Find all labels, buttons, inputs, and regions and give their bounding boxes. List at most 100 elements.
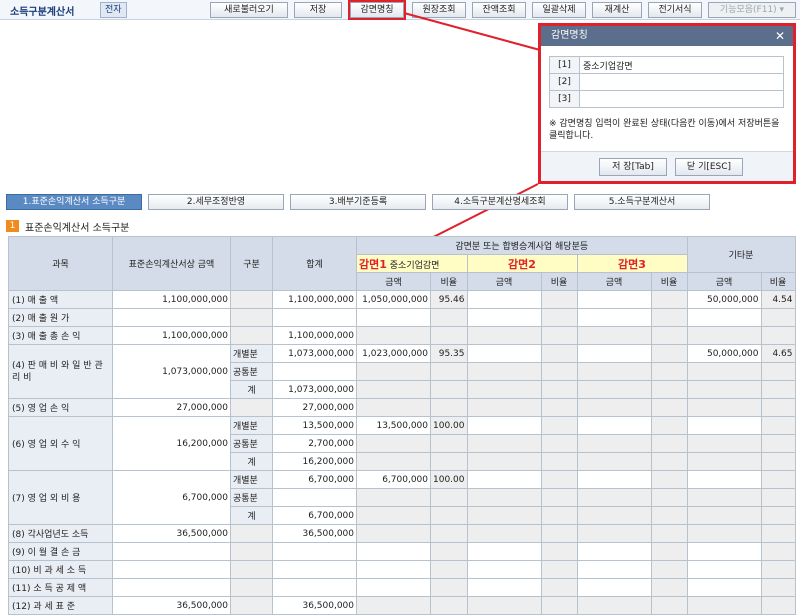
- tab-detail-inquiry[interactable]: 4.소득구분계산명세조회: [432, 194, 568, 210]
- e2-amount-cell[interactable]: [466, 290, 542, 309]
- e2-amount-cell[interactable]: [466, 542, 542, 561]
- total-cell: [272, 488, 357, 507]
- e1-ratio-cell: [430, 524, 468, 543]
- row-label: (3) 매 출 총 손 익: [8, 326, 113, 345]
- row-label: (2) 매 출 원 가: [8, 308, 113, 327]
- e3-amount-cell[interactable]: [576, 542, 652, 561]
- e1-ratio-cell: 95.46: [430, 290, 468, 309]
- e1-amount-cell[interactable]: [356, 578, 431, 597]
- close-icon[interactable]: ✕: [775, 26, 785, 46]
- other-ratio-cell: [760, 362, 796, 381]
- delete-all-button[interactable]: 일괄삭제: [532, 2, 586, 18]
- e3-amount-cell[interactable]: [576, 344, 652, 363]
- e2-amount-cell[interactable]: [466, 308, 542, 327]
- new-load-button[interactable]: 새로불러오기: [210, 2, 288, 18]
- e2-amount-cell: [466, 488, 542, 507]
- table-row: (8) 각사업년도 소득 36,500,000 36,500,000: [8, 524, 796, 543]
- e1-amount-cell[interactable]: 13,500,000: [356, 416, 431, 435]
- e1-amount-cell[interactable]: [356, 308, 431, 327]
- exempt-name-2-cell[interactable]: 감면2: [466, 254, 578, 273]
- section-number-badge: 1: [6, 220, 19, 232]
- other-amount-cell: [686, 380, 762, 399]
- exempt-name-1-cell[interactable]: 감면1 중소기업감면: [356, 254, 468, 273]
- e3-amount-cell[interactable]: [576, 560, 652, 579]
- type-cell: [230, 290, 273, 309]
- tab-allocation[interactable]: 3.배부기준등록: [290, 194, 426, 210]
- e3-amount-cell[interactable]: [576, 290, 652, 309]
- e2-amount-cell: [466, 326, 542, 345]
- e3-amount-cell: [576, 380, 652, 399]
- e1-amount-cell[interactable]: [356, 542, 431, 561]
- std-amount-cell[interactable]: 1,100,000,000: [112, 290, 231, 309]
- exempt-name-3-cell[interactable]: 감면3: [576, 254, 688, 273]
- type-cell: 공통분: [230, 362, 273, 381]
- total-cell: 6,700,000: [272, 470, 357, 489]
- e2-ratio-cell: [540, 542, 578, 561]
- e1-ratio-cell: [430, 362, 468, 381]
- e2-amount-cell: [466, 596, 542, 615]
- e1-amount-cell: [356, 326, 431, 345]
- row-index: [3]: [549, 90, 580, 108]
- e2-amount-cell: [466, 524, 542, 543]
- total-cell: 6,700,000: [272, 506, 357, 525]
- type-cell: 공통분: [230, 488, 273, 507]
- tab-tax-adjust[interactable]: 2.세무조정반영: [148, 194, 284, 210]
- recalc-button[interactable]: 재계산: [592, 2, 642, 18]
- std-amount-cell[interactable]: [112, 308, 231, 327]
- row-index: [1]: [549, 56, 580, 74]
- electronic-tag-button[interactable]: 전자: [100, 2, 127, 18]
- balance-button[interactable]: 잔액조회: [472, 2, 526, 18]
- other-amount-cell: [686, 362, 762, 381]
- e2-amount-cell[interactable]: [466, 416, 542, 435]
- ratio-header: 비율: [540, 272, 578, 291]
- std-amount-cell[interactable]: [112, 542, 231, 561]
- prev-form-button[interactable]: 전기서식: [648, 2, 702, 18]
- e3-amount-cell[interactable]: [576, 470, 652, 489]
- e2-amount-cell: [466, 434, 542, 453]
- e1-amount-cell[interactable]: 6,700,000: [356, 470, 431, 489]
- exempt-name-input-1[interactable]: 중소기업감면: [579, 56, 784, 74]
- e3-amount-cell[interactable]: [576, 416, 652, 435]
- e1-ratio-cell: 100.00: [430, 470, 468, 489]
- e2-amount-cell[interactable]: [466, 578, 542, 597]
- exempt-name-input-3[interactable]: [579, 90, 784, 108]
- std-amount-cell[interactable]: 1,073,000,000: [112, 344, 231, 399]
- e2-amount-cell[interactable]: [466, 470, 542, 489]
- std-amount-cell[interactable]: [112, 578, 231, 597]
- ledger-button[interactable]: 원장조회: [412, 2, 466, 18]
- std-amount-cell[interactable]: [112, 560, 231, 579]
- total-cell: [272, 308, 357, 327]
- income-grid: 과목 표준손익계산서상 금액 구분 합계 감면분 또는 합병승계사업 해당분등 …: [8, 236, 796, 615]
- e3-ratio-cell: [650, 506, 688, 525]
- dialog-close-button[interactable]: 닫 기[ESC]: [675, 158, 743, 176]
- e2-amount-cell[interactable]: [466, 344, 542, 363]
- save-button[interactable]: 저장: [294, 2, 342, 18]
- e1-amount-cell: [356, 596, 431, 615]
- e2-ratio-cell: [540, 452, 578, 471]
- other-amount-cell: [686, 452, 762, 471]
- dialog-save-button[interactable]: 저 장[Tab]: [599, 158, 667, 176]
- e3-ratio-cell: [650, 326, 688, 345]
- other-ratio-cell: [760, 596, 796, 615]
- tab-std-income[interactable]: 1.표준손익계산서 소득구분: [6, 194, 142, 210]
- e3-amount-cell[interactable]: [576, 308, 652, 327]
- row-index: [2]: [549, 73, 580, 91]
- row-label: (4) 판 매 비 와 일 반 관 리 비: [8, 344, 113, 399]
- e2-amount-cell[interactable]: [466, 560, 542, 579]
- exempt-name-dialog: 감면명칭 ✕ [1] 중소기업감면 [2] [3] ※ 감면명칭 입력이 완료된…: [538, 23, 796, 184]
- exempt-name-input-2[interactable]: [579, 73, 784, 91]
- exempt-name-button[interactable]: 감면명칭: [348, 0, 406, 20]
- e1-amount-cell[interactable]: 1,023,000,000: [356, 344, 431, 363]
- e1-amount-cell[interactable]: 1,050,000,000: [356, 290, 431, 309]
- other-amount-cell: [686, 470, 762, 489]
- total-cell: 1,100,000,000: [272, 326, 357, 345]
- table-row: (7) 영 업 외 비 용 6,700,000 개별분 6,700,000 6,…: [8, 470, 796, 525]
- e1-amount-cell: [356, 506, 431, 525]
- tab-income-statement[interactable]: 5.소득구분계산서: [574, 194, 710, 210]
- e3-amount-cell[interactable]: [576, 578, 652, 597]
- e3-ratio-cell: [650, 290, 688, 309]
- e1-amount-cell[interactable]: [356, 560, 431, 579]
- function-menu-button[interactable]: 기능모음(F11) ▾: [708, 2, 796, 18]
- std-amount-cell[interactable]: 16,200,000: [112, 416, 231, 471]
- std-amount-cell[interactable]: 6,700,000: [112, 470, 231, 525]
